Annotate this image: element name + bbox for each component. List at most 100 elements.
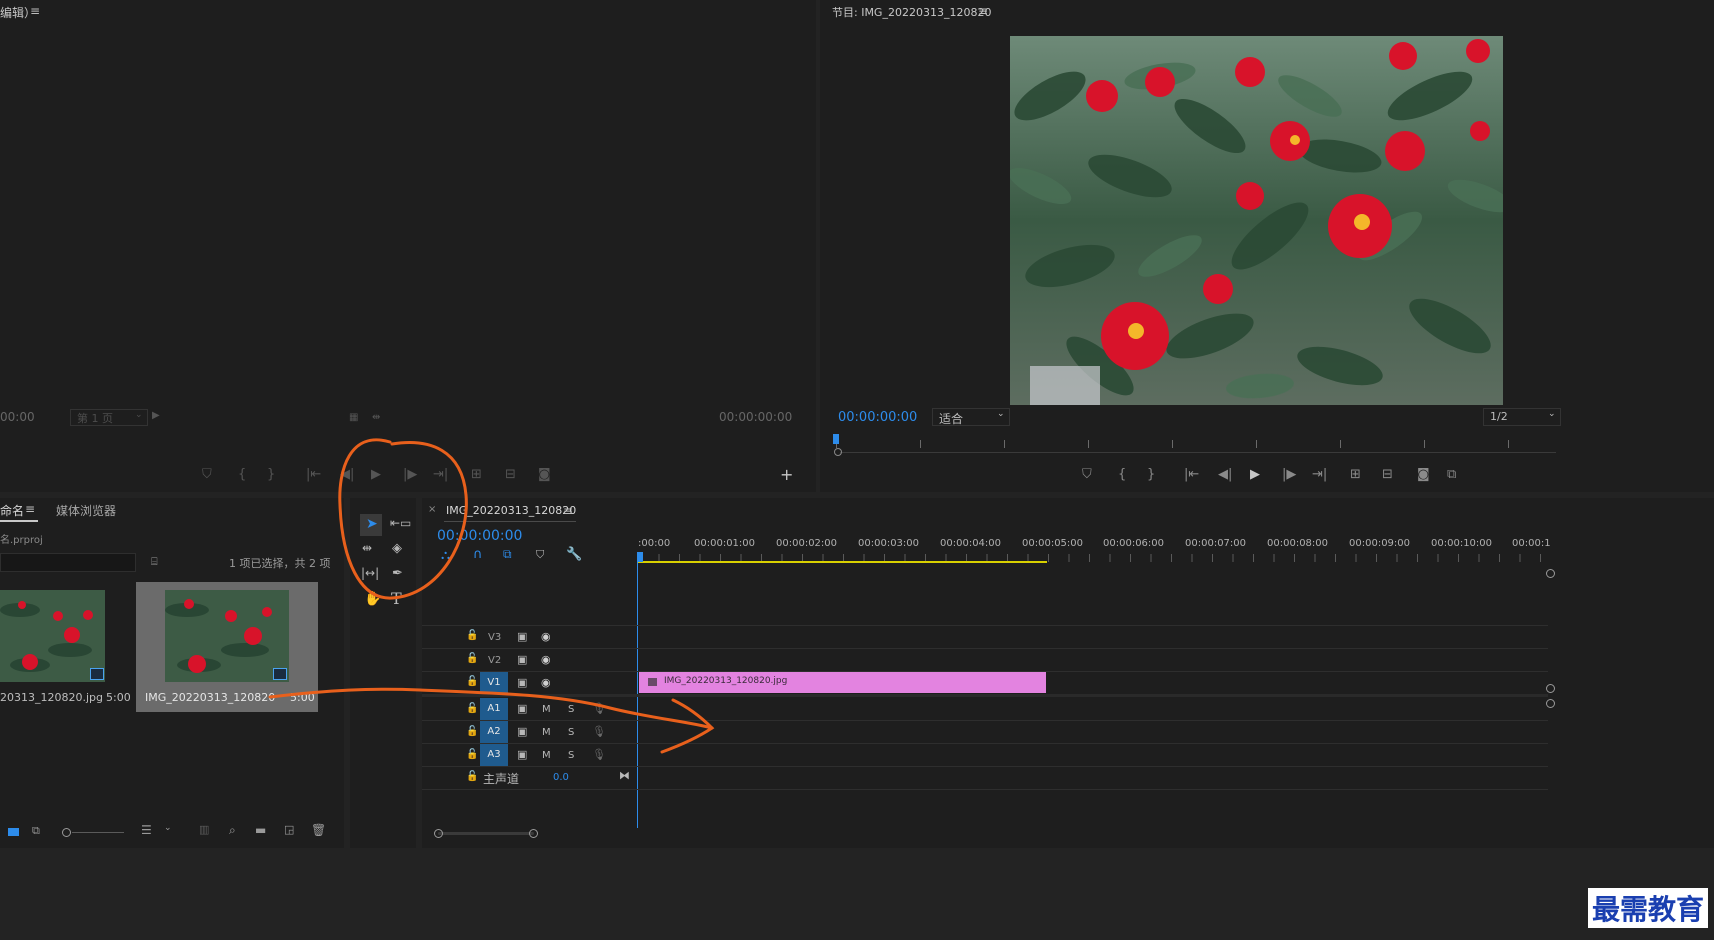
wrench-icon[interactable]: 🔧 bbox=[566, 547, 582, 562]
track-label-v3[interactable]: V3 bbox=[488, 632, 501, 643]
drag-audio-icon[interactable]: ⇹ bbox=[372, 410, 380, 426]
timeline-sequence-tab[interactable]: IMG_20220313_120820 bbox=[446, 504, 576, 517]
timeline-ruler[interactable]: :00:00 00:00:01:00 00:00:02:00 00:00:03:… bbox=[638, 532, 1714, 564]
go-to-in-icon[interactable]: |⇤ bbox=[1184, 467, 1199, 483]
lock-icon[interactable]: 🔓 bbox=[466, 703, 478, 714]
mute-button[interactable]: M bbox=[542, 750, 551, 761]
mark-in-icon[interactable]: { bbox=[238, 467, 246, 483]
export-frame-icon[interactable]: ◙ bbox=[538, 467, 551, 483]
lift-icon[interactable]: ⊞ bbox=[1350, 467, 1361, 483]
mute-button[interactable]: M bbox=[542, 704, 551, 715]
play-icon[interactable]: ▶ bbox=[371, 467, 381, 483]
linked-selection-icon[interactable]: ⧉ bbox=[503, 547, 512, 562]
sort-icon[interactable]: ☰ bbox=[141, 823, 152, 837]
export-frame-icon[interactable]: ◙ bbox=[1417, 467, 1430, 483]
eye-icon[interactable]: ◉ bbox=[541, 630, 551, 643]
timeline-playhead-head[interactable] bbox=[637, 552, 643, 562]
solo-button[interactable]: S bbox=[568, 750, 574, 761]
horizontal-zoom-handle-right[interactable] bbox=[529, 829, 538, 838]
type-tool-icon[interactable]: T bbox=[391, 589, 402, 608]
master-volume-value[interactable]: 0.0 bbox=[553, 772, 569, 783]
selection-tool-icon[interactable]: ➤ bbox=[366, 516, 378, 532]
mute-button[interactable]: M bbox=[542, 727, 551, 738]
eye-icon[interactable]: ◉ bbox=[541, 676, 551, 689]
program-zoom-bar[interactable] bbox=[840, 452, 1556, 453]
program-timecode[interactable]: 00:00:00:00 bbox=[838, 410, 917, 425]
lock-icon[interactable]: 🔓 bbox=[466, 676, 478, 687]
track-label-a1[interactable]: A1 bbox=[480, 698, 508, 720]
play-small-icon[interactable]: ▶ bbox=[152, 410, 160, 421]
go-to-out-icon[interactable]: ⇥| bbox=[433, 467, 448, 483]
program-video-frame[interactable] bbox=[1010, 36, 1503, 405]
step-forward-icon[interactable]: |▶ bbox=[1282, 467, 1296, 483]
hand-tool-icon[interactable]: ✋ bbox=[364, 591, 381, 607]
sync-lock-icon[interactable]: ▣ bbox=[517, 725, 527, 738]
microphone-icon[interactable]: 🎙 bbox=[592, 748, 606, 761]
project-panel-menu-icon[interactable]: ≡ bbox=[25, 502, 35, 516]
drag-video-icon[interactable]: ▦ bbox=[349, 410, 358, 426]
trash-icon[interactable]: 🗑 bbox=[311, 823, 326, 837]
timeline-panel-menu-icon[interactable]: ≡ bbox=[563, 504, 573, 518]
extract-icon[interactable]: ⊟ bbox=[1382, 467, 1393, 483]
tab-media-browser[interactable]: 媒体浏览器 bbox=[56, 502, 116, 519]
lock-icon[interactable]: 🔓 bbox=[466, 653, 478, 664]
lock-icon[interactable]: 🔓 bbox=[466, 726, 478, 737]
source-timecode-left[interactable]: 00:00 bbox=[0, 410, 35, 424]
microphone-icon[interactable]: 🎙 bbox=[592, 702, 606, 715]
solo-button[interactable]: S bbox=[568, 704, 574, 715]
fit-select[interactable]: 适合 ⌄ bbox=[932, 408, 1010, 426]
automate-icon[interactable]: ▥ bbox=[199, 823, 209, 836]
resolution-select[interactable]: 1/2 ⌄ bbox=[1483, 408, 1561, 426]
horizontal-zoom-handle-left[interactable] bbox=[434, 829, 443, 838]
add-marker-icon[interactable]: ⛉ bbox=[536, 548, 544, 562]
list-view-icon[interactable] bbox=[8, 828, 19, 836]
project-search-input[interactable] bbox=[0, 553, 136, 572]
horizontal-zoom-bar[interactable] bbox=[438, 832, 534, 835]
insert-icon[interactable]: ⊞ bbox=[471, 467, 482, 483]
go-to-out-icon[interactable]: ⇥| bbox=[1312, 467, 1327, 483]
vertical-scroll-handle[interactable] bbox=[1546, 569, 1555, 578]
program-scrub-ruler[interactable] bbox=[836, 436, 1556, 448]
source-timecode-right[interactable]: 00:00:00:00 bbox=[719, 410, 792, 424]
program-zoom-handle[interactable] bbox=[834, 448, 842, 456]
ripple-edit-tool-icon[interactable]: ⇹ bbox=[362, 541, 372, 555]
step-back-icon[interactable]: ◀| bbox=[1218, 467, 1232, 483]
tab-project[interactable]: 命名 bbox=[0, 502, 24, 519]
icon-view-icon[interactable]: ⧉ bbox=[32, 824, 40, 838]
track-label-v2[interactable]: V2 bbox=[488, 655, 501, 666]
project-item-thumbnail[interactable] bbox=[0, 590, 105, 682]
search-icon[interactable]: ⌕ bbox=[229, 823, 236, 838]
lock-icon[interactable]: 🔓 bbox=[466, 630, 478, 641]
solo-button[interactable]: S bbox=[568, 727, 574, 738]
sync-lock-icon[interactable]: ▣ bbox=[517, 748, 527, 761]
step-back-icon[interactable]: ◀| bbox=[340, 467, 354, 483]
microphone-icon[interactable]: 🎙 bbox=[592, 725, 606, 738]
go-to-in-icon[interactable]: |⇤ bbox=[306, 467, 321, 483]
add-marker-icon[interactable]: ⛉ bbox=[1082, 467, 1092, 483]
eye-icon[interactable]: ◉ bbox=[541, 653, 551, 666]
timeline-clip[interactable]: IMG_20220313_120820.jpg bbox=[639, 672, 1046, 693]
comparison-view-icon[interactable]: ⧉ bbox=[1447, 467, 1456, 483]
timeline-timecode[interactable]: 00:00:00:00 bbox=[437, 528, 522, 544]
overwrite-icon[interactable]: ⊟ bbox=[505, 467, 516, 483]
work-area-bar[interactable] bbox=[638, 561, 1047, 563]
track-label-v1[interactable]: V1 bbox=[480, 672, 508, 694]
track-select-tool-icon[interactable]: ⇤▭ bbox=[390, 516, 411, 530]
zoom-slider-track[interactable] bbox=[72, 832, 124, 833]
nest-toggle-icon[interactable]: ⛬ bbox=[441, 548, 450, 563]
mark-out-icon[interactable]: } bbox=[1147, 467, 1155, 483]
source-page-select[interactable]: 第 1 页 ⌄ bbox=[70, 409, 148, 426]
new-bin-from-search-icon[interactable]: ⌸ bbox=[151, 555, 158, 569]
film-icon[interactable]: ▣ bbox=[517, 653, 527, 666]
mark-out-icon[interactable]: } bbox=[267, 467, 275, 483]
track-label-a3[interactable]: A3 bbox=[480, 744, 508, 766]
zoom-slider-handle[interactable] bbox=[62, 828, 71, 837]
mark-in-icon[interactable]: { bbox=[1118, 467, 1126, 483]
play-icon[interactable]: ▶ bbox=[1250, 467, 1260, 483]
razor-tool-icon[interactable]: ◈ bbox=[392, 541, 402, 556]
film-icon[interactable]: ▣ bbox=[517, 630, 527, 643]
track-label-a2[interactable]: A2 bbox=[480, 721, 508, 743]
program-panel-menu-icon[interactable]: ≡ bbox=[978, 4, 988, 18]
vertical-scroll-handle[interactable] bbox=[1546, 684, 1555, 693]
video-audio-split[interactable] bbox=[422, 694, 1548, 697]
